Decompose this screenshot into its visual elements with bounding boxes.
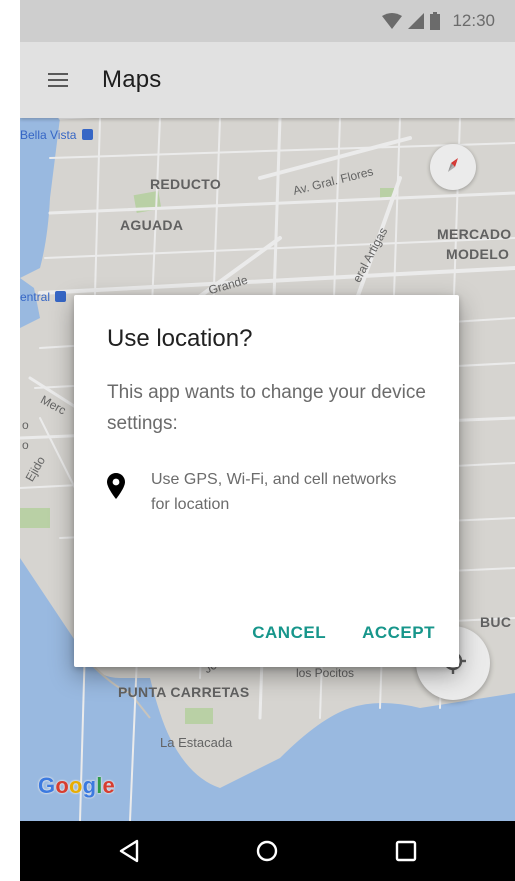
cancel-button[interactable]: CANCEL — [252, 623, 326, 643]
dialog-message: This app wants to change your device set… — [107, 382, 426, 434]
navigation-bar — [20, 821, 515, 881]
dialog-setting-text: Use GPS, Wi-Fi, and cell networks for lo… — [151, 471, 397, 513]
dialog-title: Use location? — [107, 325, 253, 352]
dialog-actions: CANCEL ACCEPT — [252, 623, 435, 643]
recents-icon[interactable] — [376, 821, 436, 881]
location-permission-dialog: Use location? This app wants to change y… — [74, 295, 459, 667]
dialog-setting-item: Use GPS, Wi-Fi, and cell networks for lo… — [107, 467, 437, 517]
location-pin-icon — [107, 473, 129, 504]
back-icon[interactable] — [99, 821, 159, 881]
home-icon[interactable] — [237, 821, 297, 881]
device-screen: 12:30 Maps Bella Vista entral REDUCTO AG… — [20, 0, 515, 881]
accept-button[interactable]: ACCEPT — [362, 623, 435, 643]
